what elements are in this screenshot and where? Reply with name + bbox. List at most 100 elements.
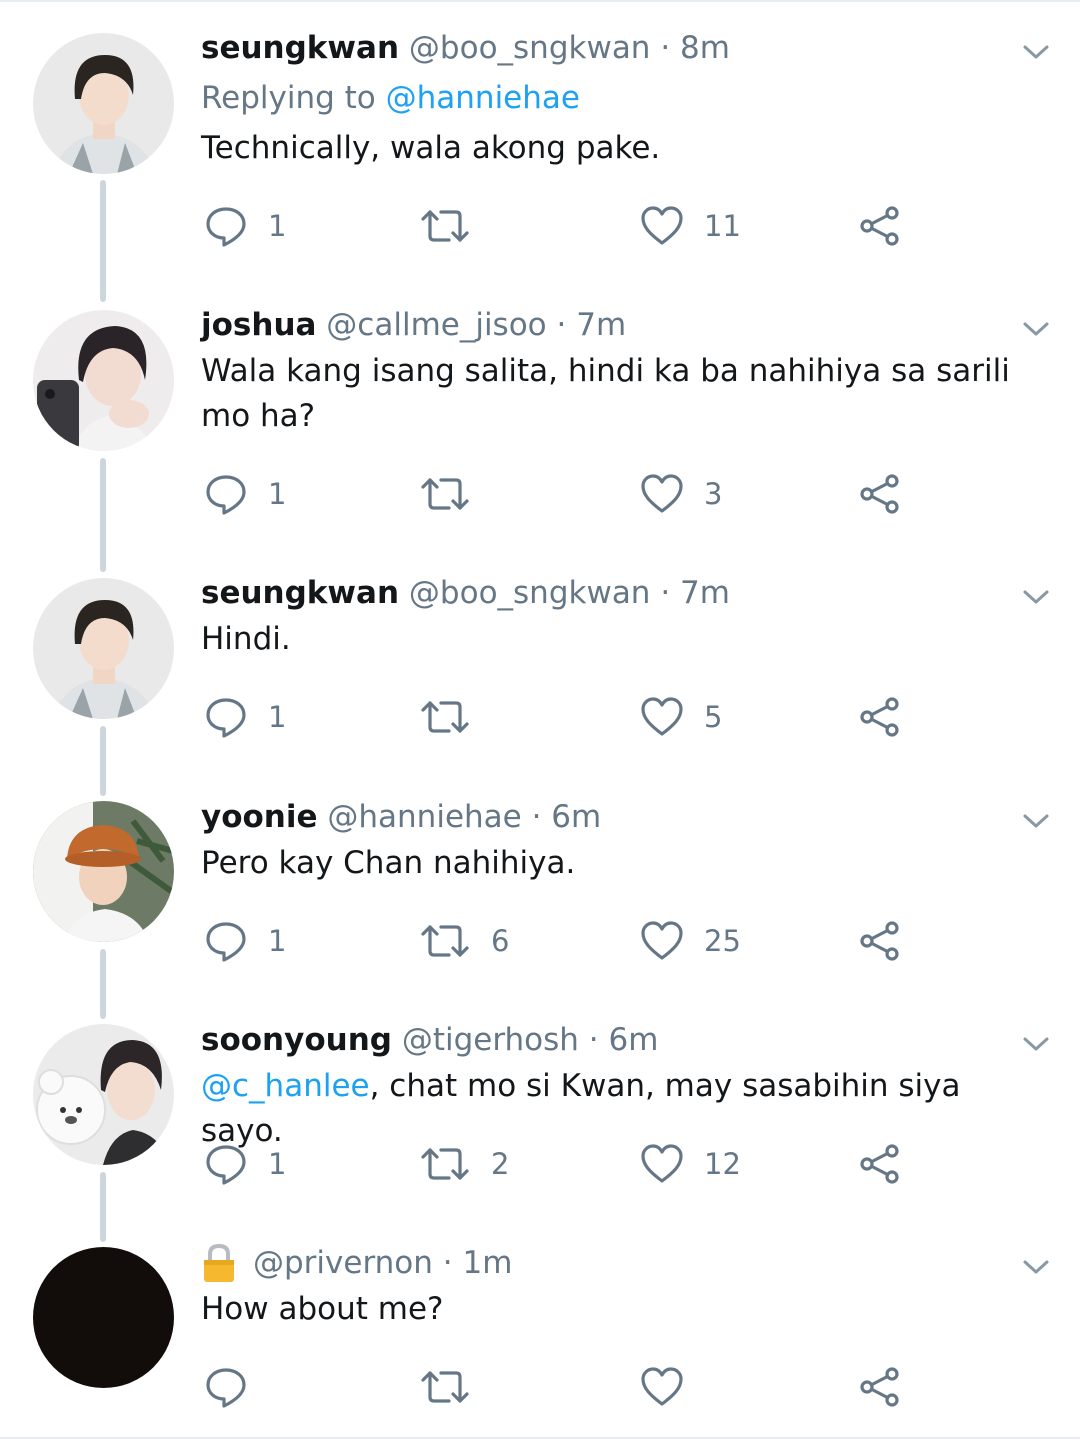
chevron-down-icon[interactable]	[1020, 1251, 1052, 1283]
tweet-text: Hindi.	[201, 621, 291, 657]
avatar[interactable]	[33, 310, 174, 451]
reply-icon	[206, 698, 246, 738]
reply-icon	[206, 1368, 246, 1408]
timestamp[interactable]: 1m	[462, 1245, 512, 1281]
share-icon	[860, 1367, 899, 1407]
retweet-icon	[421, 701, 469, 733]
like-button[interactable]: 3	[640, 469, 722, 519]
share-icon	[860, 921, 899, 961]
like-button[interactable]	[640, 1362, 704, 1412]
replying-handle[interactable]: @hanniehae	[386, 80, 580, 116]
tweet-header: seungkwan @boo_sngkwan · 8m	[201, 28, 730, 68]
separator: ·	[650, 575, 681, 611]
timestamp[interactable]: 7m	[680, 575, 730, 611]
share-button[interactable]	[858, 201, 902, 251]
tweet[interactable]: soonyoung @tigerhosh · 6m @c_hanlee, cha…	[0, 1019, 1080, 1242]
like-button[interactable]: 11	[640, 201, 741, 251]
display-name[interactable]: joshua	[201, 307, 316, 343]
heart-icon	[641, 474, 683, 513]
user-handle[interactable]: @tigerhosh	[402, 1022, 579, 1058]
reply-button[interactable]: 1	[204, 916, 286, 966]
replying-to: Replying to @hanniehae	[201, 78, 580, 118]
user-handle[interactable]: @privernon	[253, 1245, 433, 1281]
like-count: 25	[704, 924, 741, 958]
action-bar: 1 3	[0, 469, 1080, 519]
action-bar: 1 2 12	[0, 1139, 1080, 1189]
display-name[interactable]: soonyoung	[201, 1022, 392, 1058]
tweet[interactable]: @privernon · 1m How about me?	[0, 1242, 1080, 1437]
avatar[interactable]	[33, 33, 174, 174]
chevron-down-icon[interactable]	[1020, 1028, 1052, 1060]
retweet-button[interactable]: 6	[419, 916, 509, 966]
display-name[interactable]: seungkwan	[201, 30, 399, 66]
tweet[interactable]: seungkwan @boo_sngkwan · 7m Hindi. 1 5	[0, 572, 1080, 796]
reply-button[interactable]: 1	[204, 1139, 286, 1189]
user-handle[interactable]: @boo_sngkwan	[409, 575, 651, 611]
seungkwan-avatar	[33, 33, 174, 174]
retweet-count: 6	[491, 924, 510, 958]
reply-button[interactable]: 1	[204, 201, 286, 251]
reply-count: 1	[268, 924, 287, 958]
display-name[interactable]: yoonie	[201, 799, 318, 835]
share-button[interactable]	[858, 916, 902, 966]
share-icon	[860, 474, 899, 514]
share-button[interactable]	[858, 692, 902, 742]
tweet-header: seungkwan @boo_sngkwan · 7m	[201, 573, 730, 613]
chevron-down-icon[interactable]	[1020, 581, 1052, 613]
tweet-header: yoonie @hanniehae · 6m	[201, 797, 601, 837]
joshua-avatar	[33, 310, 174, 451]
retweet-button[interactable]	[419, 469, 491, 519]
heart-icon	[641, 1144, 683, 1183]
user-handle[interactable]: @boo_sngkwan	[409, 30, 651, 66]
share-icon	[860, 697, 899, 737]
share-button[interactable]	[858, 1362, 902, 1412]
reply-button[interactable]	[204, 1362, 268, 1412]
like-button[interactable]: 25	[640, 916, 741, 966]
user-handle[interactable]: @callme_jisoo	[326, 307, 546, 343]
like-button[interactable]: 12	[640, 1139, 741, 1189]
user-handle[interactable]: @hanniehae	[327, 799, 521, 835]
separator: ·	[546, 307, 577, 343]
timestamp[interactable]: 6m	[609, 1022, 659, 1058]
chevron-down-icon[interactable]	[1020, 36, 1052, 68]
heart-icon	[641, 921, 683, 960]
retweet-button[interactable]	[419, 692, 491, 742]
action-bar	[0, 1362, 1080, 1412]
reply-icon	[206, 475, 246, 515]
timestamp[interactable]: 8m	[680, 30, 730, 66]
share-button[interactable]	[858, 1139, 902, 1189]
tweet-text: Wala kang isang salita, hindi ka ba nahi…	[201, 353, 1010, 434]
timestamp[interactable]: 7m	[576, 307, 626, 343]
timestamp[interactable]: 6m	[551, 799, 601, 835]
retweet-icon	[421, 210, 469, 242]
tweet-text: Pero kay Chan nahihiya.	[201, 845, 576, 881]
tweet-header: @privernon · 1m	[201, 1243, 512, 1283]
like-button[interactable]: 5	[640, 692, 722, 742]
share-button[interactable]	[858, 469, 902, 519]
tweet[interactable]: yoonie @hanniehae · 6m Pero kay Chan nah…	[0, 796, 1080, 1019]
tweet[interactable]: seungkwan @boo_sngkwan · 8m Replying to …	[0, 0, 1080, 302]
separator: ·	[650, 30, 681, 66]
reply-count: 1	[268, 1147, 287, 1181]
heart-icon	[641, 697, 683, 736]
retweet-icon	[421, 925, 469, 957]
reply-button[interactable]: 1	[204, 469, 286, 519]
tweet-text: How about me?	[201, 1291, 444, 1327]
lock-icon	[204, 1243, 234, 1282]
retweet-icon	[421, 1148, 469, 1180]
retweet-button[interactable]	[419, 1362, 491, 1412]
retweet-button[interactable]: 2	[419, 1139, 509, 1189]
chevron-down-icon[interactable]	[1020, 805, 1052, 837]
display-name[interactable]: seungkwan	[201, 575, 399, 611]
separator: ·	[432, 1245, 463, 1281]
separator: ·	[578, 1022, 609, 1058]
tweet[interactable]: joshua @callme_jisoo · 7m Wala kang isan…	[0, 302, 1080, 572]
reply-count: 1	[268, 477, 287, 511]
chevron-down-icon[interactable]	[1020, 313, 1052, 345]
tweet-thread: seungkwan @boo_sngkwan · 8m Replying to …	[0, 0, 1080, 1453]
retweet-button[interactable]	[419, 201, 491, 251]
share-icon	[860, 206, 899, 246]
reply-button[interactable]: 1	[204, 692, 286, 742]
mention-link[interactable]: @c_hanlee	[201, 1068, 370, 1104]
heart-icon	[641, 206, 683, 245]
